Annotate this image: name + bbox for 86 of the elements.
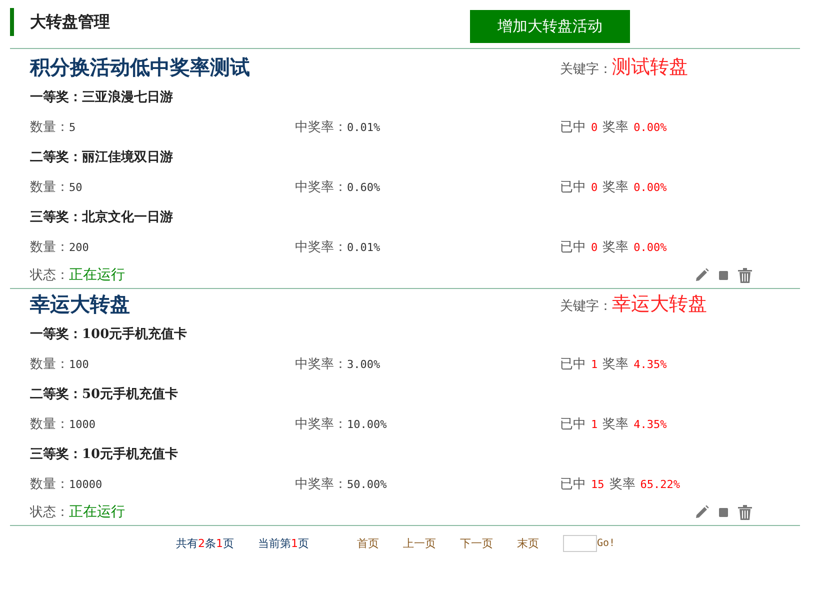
rate-label: 中奖率：	[295, 240, 347, 255]
page-link[interactable]: 下一页	[460, 536, 493, 550]
delete-icon[interactable]	[738, 504, 752, 520]
prize-name: 三亚浪漫七日游	[82, 88, 173, 106]
prize-level: 一等奖：	[30, 326, 82, 343]
stop-icon[interactable]	[719, 508, 728, 516]
rate-label: 中奖率：	[295, 417, 347, 432]
quantity-value: 1000	[69, 418, 96, 431]
page-title: 大转盘管理	[10, 8, 110, 36]
status-value: 正在运行	[69, 267, 125, 283]
total-summary: 共有2条1页	[176, 536, 234, 550]
stop-icon[interactable]	[719, 270, 728, 280]
rate-value: 10.00%	[347, 418, 387, 431]
actual-rate-label: 奖率	[602, 357, 629, 372]
actual-rate-value: 4.35%	[634, 418, 667, 431]
page-link[interactable]: 上一页	[403, 536, 436, 550]
quantity-label: 数量：	[30, 477, 69, 492]
won-label: 已中	[560, 477, 586, 492]
prize-level: 三等奖：	[30, 446, 82, 463]
won-count: 1	[591, 358, 598, 371]
won-count: 0	[591, 121, 598, 134]
won-label: 已中	[560, 357, 586, 372]
rate-value: 0.01%	[347, 121, 380, 134]
actual-rate-value: 0.00%	[634, 241, 667, 254]
keyword-value: 测试转盘	[612, 55, 688, 80]
prize-name: 北京文化一日游	[82, 208, 173, 226]
won-count: 0	[591, 181, 598, 194]
quantity-value: 100	[69, 358, 89, 371]
actual-rate-label: 奖率	[602, 180, 629, 195]
actual-rate-label: 奖率	[602, 417, 629, 432]
won-count: 1	[591, 418, 598, 431]
add-activity-button[interactable]: 增加大转盘活动	[470, 10, 630, 43]
prize-level: 三等奖：	[30, 209, 82, 226]
go-link[interactable]: Go!	[597, 538, 616, 548]
prize-level: 二等奖：	[30, 386, 82, 403]
actual-rate-value: 0.00%	[634, 181, 667, 194]
status-label: 状态：	[30, 268, 69, 283]
quantity-value: 50	[69, 181, 82, 194]
rate-label: 中奖率：	[295, 120, 347, 135]
actual-rate-label: 奖率	[602, 240, 629, 255]
actual-rate-value: 0.00%	[634, 121, 667, 134]
page-link[interactable]: 末页	[517, 536, 539, 550]
rate-value: 0.01%	[347, 241, 380, 254]
page-input[interactable]	[563, 534, 597, 552]
page-link[interactable]: 首页	[357, 536, 379, 550]
keyword-label: 关键字：	[560, 61, 612, 78]
actual-rate-label: 奖率	[609, 477, 636, 492]
prize-name: 100元手机充值卡	[82, 326, 188, 343]
quantity-label: 数量：	[30, 417, 69, 432]
quantity-label: 数量：	[30, 120, 69, 135]
prize-level: 二等奖：	[30, 149, 82, 166]
quantity-label: 数量：	[30, 180, 69, 195]
prize-level: 一等奖：	[30, 89, 82, 106]
quantity-value: 10000	[69, 478, 102, 491]
won-label: 已中	[560, 180, 586, 195]
quantity-label: 数量：	[30, 357, 69, 372]
won-label: 已中	[560, 417, 586, 432]
rate-label: 中奖率：	[295, 180, 347, 195]
current-page: 当前第1页	[258, 536, 309, 550]
actual-rate-value: 4.35%	[634, 358, 667, 371]
quantity-label: 数量：	[30, 240, 69, 255]
delete-icon[interactable]	[738, 268, 752, 282]
edit-icon[interactable]	[695, 505, 709, 519]
quantity-value: 5	[69, 121, 76, 134]
won-count: 15	[591, 478, 604, 491]
rate-label: 中奖率：	[295, 357, 347, 372]
won-label: 已中	[560, 240, 586, 255]
actual-rate-label: 奖率	[602, 120, 629, 135]
prize-name: 10元手机充值卡	[82, 446, 178, 463]
prize-name: 50元手机充值卡	[82, 386, 178, 403]
rate-label: 中奖率：	[295, 477, 347, 492]
rate-value: 3.00%	[347, 358, 380, 371]
won-label: 已中	[560, 120, 586, 135]
keyword-value: 幸运大转盘	[612, 292, 707, 317]
quantity-value: 200	[69, 241, 89, 254]
status-label: 状态：	[30, 505, 69, 520]
activity-title: 积分换活动低中奖率测试	[30, 54, 251, 80]
rate-value: 0.60%	[347, 181, 380, 194]
rate-value: 50.00%	[347, 478, 387, 491]
actual-rate-value: 65.22%	[640, 478, 680, 491]
edit-icon[interactable]	[695, 268, 709, 282]
prize-name: 丽江佳境双日游	[82, 148, 173, 166]
status-value: 正在运行	[69, 504, 125, 520]
won-count: 0	[591, 241, 598, 254]
activity-title: 幸运大转盘	[30, 290, 131, 318]
keyword-label: 关键字：	[560, 298, 612, 315]
